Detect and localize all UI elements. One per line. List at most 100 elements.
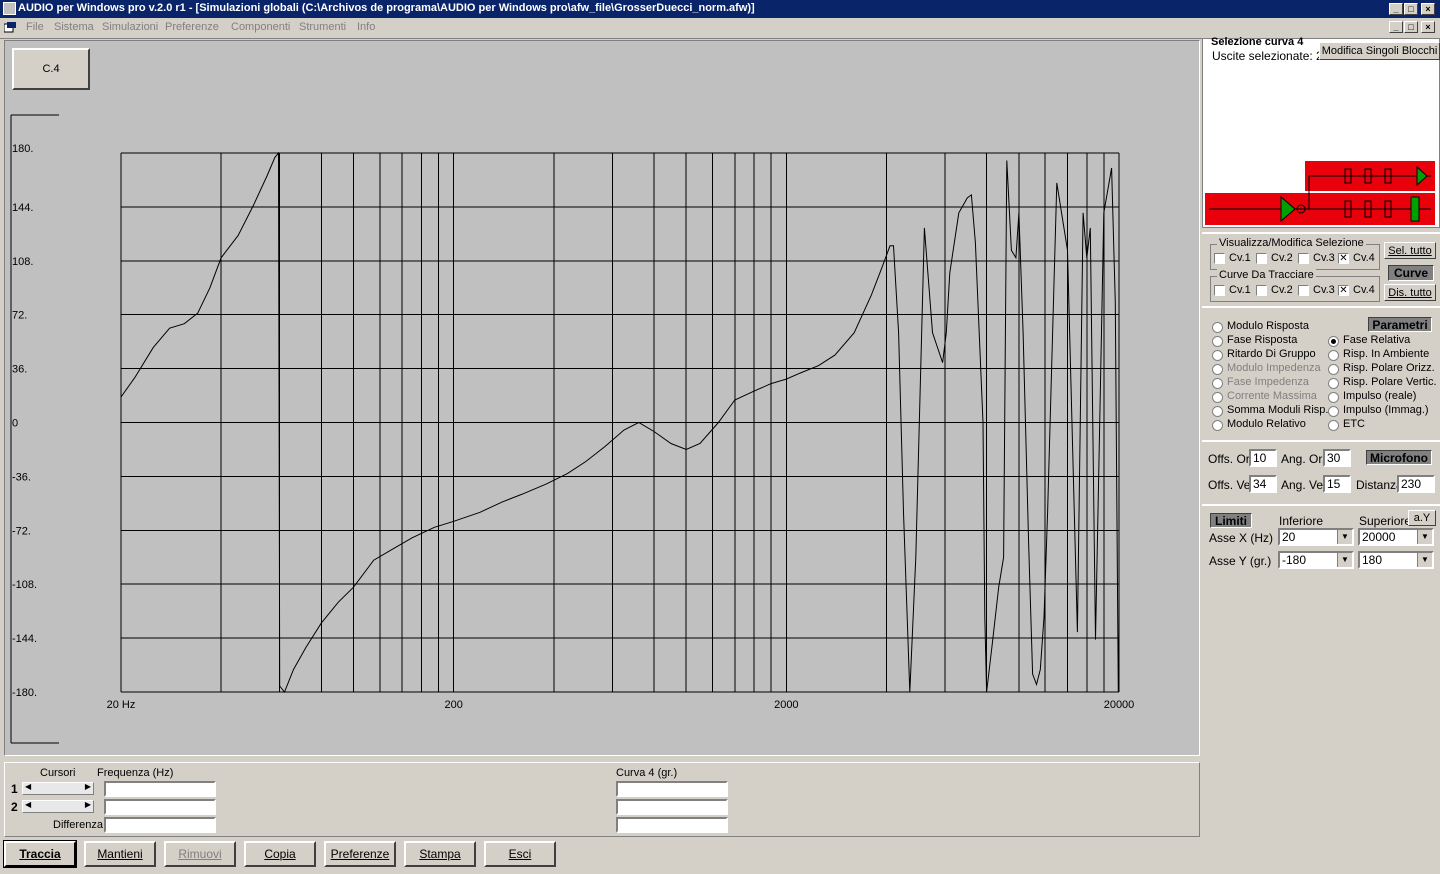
microphone-button[interactable]: Microfono — [1366, 450, 1432, 465]
trace-cv1-checkbox[interactable] — [1214, 285, 1225, 296]
x-min-select[interactable]: 20 ▼ — [1278, 528, 1354, 546]
view-cv4-checkbox[interactable]: ✕ — [1338, 253, 1349, 264]
y-tick-label: -72. — [12, 525, 31, 537]
option-label: ETC — [1343, 418, 1365, 430]
y-min-select[interactable]: -180 ▼ — [1278, 551, 1354, 569]
selection-title: Selezione curva 4 — [1211, 36, 1304, 48]
option-label: Modulo Impedenza — [1227, 362, 1321, 374]
arrow-left-icon[interactable]: ◀ — [25, 782, 31, 791]
deselect-all-button[interactable]: Dis. tutto — [1384, 284, 1436, 301]
auto-y-button[interactable]: a.Y — [1408, 510, 1436, 526]
trace-cv2-label: Cv.2 — [1271, 284, 1293, 296]
arrow-right-icon[interactable]: ▶ — [85, 782, 91, 791]
option-radio[interactable] — [1212, 420, 1223, 431]
microphone-area: Offs. Or. 10 Ang. Or. 30 Microfono Offs.… — [1202, 440, 1440, 500]
frequency-label: Frequenza (Hz) — [97, 767, 174, 779]
view-cv1-checkbox[interactable] — [1214, 253, 1225, 264]
trace-cv2-checkbox[interactable] — [1256, 285, 1267, 296]
x-axis-ticks: 20 Hz 200 2000 20000 — [107, 699, 1135, 711]
traccia-button[interactable]: Traccia — [3, 840, 77, 868]
x-max-select[interactable]: 20000 ▼ — [1358, 528, 1434, 546]
arrow-right-icon[interactable]: ▶ — [85, 800, 91, 809]
close-icon[interactable]: × — [1421, 3, 1435, 15]
upper-label: Superiore — [1359, 514, 1412, 528]
option-radio[interactable] — [1212, 336, 1223, 347]
offs-ve-input[interactable]: 34 — [1249, 475, 1277, 493]
option-label: Modulo Relativo — [1227, 418, 1306, 430]
trace-title: Curve Da Tracciare — [1217, 269, 1316, 281]
cursor2-frequency-field[interactable] — [104, 799, 216, 815]
option-radio[interactable] — [1328, 378, 1339, 389]
copia-button[interactable]: Copia — [244, 841, 316, 867]
distance-input[interactable]: 230 — [1397, 475, 1435, 493]
option-radio[interactable] — [1328, 392, 1339, 403]
child-minimize-icon[interactable]: _ — [1389, 21, 1403, 33]
ang-or-input[interactable]: 30 — [1323, 449, 1351, 467]
x-tick-label: 20000 — [1104, 699, 1135, 711]
maximize-icon[interactable]: □ — [1404, 3, 1418, 15]
cursor1-curve-field[interactable] — [616, 781, 728, 797]
cursor2-curve-field[interactable] — [616, 799, 728, 815]
option-radio[interactable] — [1212, 322, 1223, 333]
y-axis-ticks: 180. 144. 108. 72. 36. 0 -36. -72. -108. -144. -18… — [12, 143, 37, 699]
child-close-icon[interactable]: × — [1421, 21, 1435, 33]
y-tick-label: 144. — [12, 202, 33, 214]
option-radio[interactable] — [1328, 350, 1339, 361]
offs-or-input[interactable]: 10 — [1249, 449, 1277, 467]
cursor2-scrollbar[interactable]: ◀ ▶ — [22, 800, 94, 813]
option-radio[interactable] — [1212, 350, 1223, 361]
view-cv3-checkbox[interactable] — [1298, 253, 1309, 264]
trace-cv4-checkbox[interactable]: ✕ — [1338, 285, 1349, 296]
y-tick-label: 180. — [12, 143, 33, 155]
option-radio[interactable] — [1328, 364, 1339, 375]
y-max-value: 180 — [1362, 553, 1383, 567]
trace-cv3-checkbox[interactable] — [1298, 285, 1309, 296]
x-max-value: 20000 — [1362, 530, 1396, 544]
cursor2-label: 2 — [11, 800, 18, 814]
circuit-schematic[interactable] — [1205, 159, 1439, 227]
mantieni-button[interactable]: Mantieni — [84, 841, 156, 867]
limits-button[interactable]: Limiti — [1210, 513, 1252, 528]
curves-button[interactable]: Curve — [1388, 265, 1434, 281]
y-max-select[interactable]: 180 ▼ — [1358, 551, 1434, 569]
arrow-left-icon[interactable]: ◀ — [25, 800, 31, 809]
chevron-down-icon[interactable]: ▼ — [1417, 553, 1432, 567]
offs-ve-label: Offs. Ve. — [1208, 478, 1254, 492]
option-radio[interactable] — [1212, 392, 1223, 403]
option-radio[interactable] — [1212, 406, 1223, 417]
cursors-title: Cursori — [40, 767, 76, 779]
preferenze-button[interactable]: Preferenze — [324, 841, 396, 867]
modify-blocks-button[interactable]: Modifica Singoli Blocchi — [1319, 42, 1440, 60]
child-restore-icon[interactable]: □ — [1404, 21, 1418, 33]
option-radio[interactable] — [1328, 406, 1339, 417]
parameters-button[interactable]: Parametri — [1368, 317, 1432, 332]
option-radio[interactable] — [1328, 420, 1339, 431]
minimize-icon[interactable]: _ — [1389, 3, 1403, 15]
option-radio[interactable] — [1328, 336, 1339, 347]
select-all-button[interactable]: Sel. tutto — [1384, 242, 1436, 259]
rimuovi-button[interactable]: Rimuovi — [164, 841, 236, 867]
esci-button[interactable]: Esci — [484, 841, 556, 867]
view-cv2-checkbox[interactable] — [1256, 253, 1267, 264]
y-tick-label: 36. — [12, 364, 27, 376]
ang-ve-input[interactable]: 15 — [1323, 475, 1351, 493]
chevron-down-icon[interactable]: ▼ — [1337, 530, 1352, 544]
limits-area: Limiti Inferiore Superiore a.Y Asse X (H… — [1202, 504, 1440, 576]
option-label: Fase Impedenza — [1227, 376, 1309, 388]
chevron-down-icon[interactable]: ▼ — [1337, 553, 1352, 567]
option-label: Risp. Polare Vertic. — [1343, 376, 1437, 388]
cursor1-frequency-field[interactable] — [104, 781, 216, 797]
option-radio[interactable] — [1212, 364, 1223, 375]
chevron-down-icon[interactable]: ▼ — [1417, 530, 1432, 544]
y-tick-label: -36. — [12, 471, 31, 483]
difference-curve-field[interactable] — [616, 817, 728, 833]
difference-frequency-field[interactable] — [104, 817, 216, 833]
y-tick-label: -144. — [12, 633, 37, 645]
stampa-button[interactable]: Stampa — [404, 841, 476, 867]
trace-cv4-label: Cv.4 — [1353, 284, 1375, 296]
cursor1-scrollbar[interactable]: ◀ ▶ — [22, 782, 94, 795]
option-radio[interactable] — [1212, 378, 1223, 389]
parameters-area: Parametri Modulo Risposta Fase Risposta Ri… — [1202, 306, 1440, 438]
outputs-label: Uscite selezionate: 2 — [1212, 49, 1323, 63]
option-label: Modulo Risposta — [1227, 320, 1309, 332]
